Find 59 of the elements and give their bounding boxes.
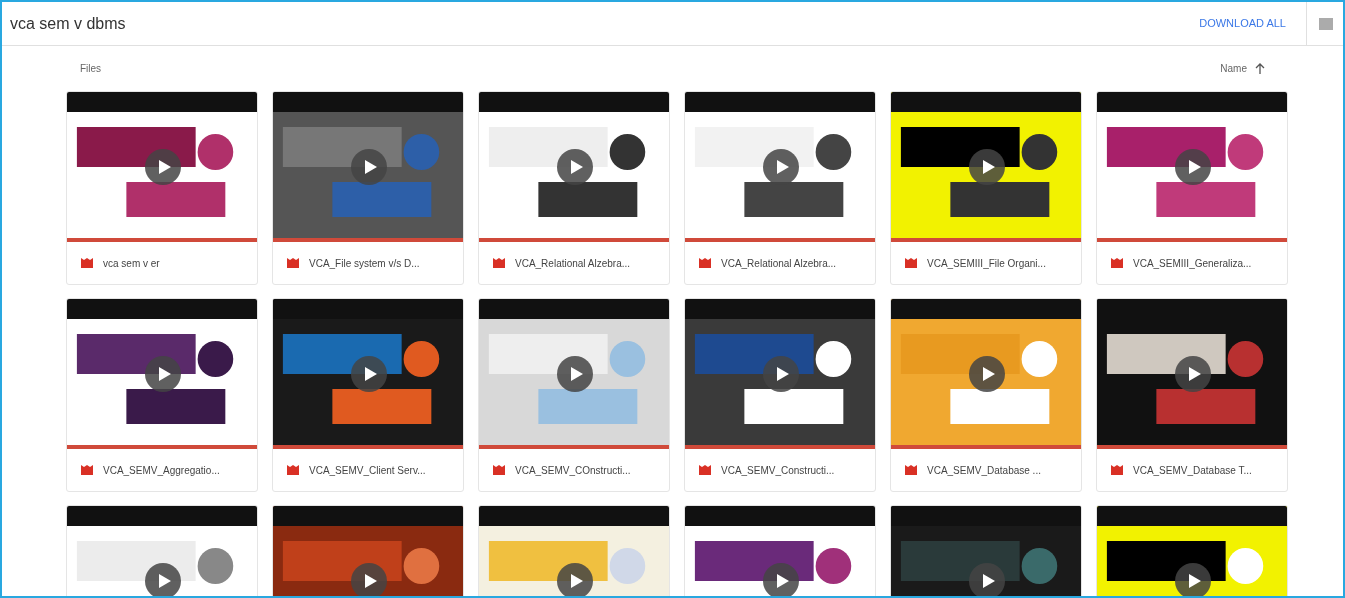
file-name: VCA_SEMV_Aggregatio...: [103, 463, 220, 478]
video-file-icon: [905, 258, 917, 268]
file-card[interactable]: VCA_Relational Alzebra...: [478, 91, 670, 285]
play-icon[interactable]: [763, 563, 799, 596]
video-file-icon: [905, 465, 917, 475]
file-name: VCA_File system v/s D...: [309, 256, 420, 271]
play-icon[interactable]: [145, 356, 181, 392]
video-file-icon: [699, 258, 711, 268]
play-icon[interactable]: [557, 149, 593, 185]
play-icon[interactable]: [763, 149, 799, 185]
play-icon[interactable]: [1175, 149, 1211, 185]
play-icon[interactable]: [145, 563, 181, 596]
file-name: VCA_SEMV_Database T...: [1133, 463, 1252, 478]
video-file-icon: [287, 465, 299, 475]
play-icon[interactable]: [1175, 563, 1211, 596]
file-card[interactable]: VCA_SEMV_Database ...: [890, 298, 1082, 492]
file-card[interactable]: VCA_SEMV_Constructi...: [684, 298, 876, 492]
file-card[interactable]: VCA_Relational Alzebra...: [684, 91, 876, 285]
file-card[interactable]: VCA_SEMV_Database T...: [1096, 298, 1288, 492]
file-name: VCA_Relational Alzebra...: [721, 256, 837, 271]
video-file-icon: [81, 465, 93, 475]
section-label: Files: [80, 62, 103, 76]
file-card[interactable]: vca sem v er: [66, 91, 258, 285]
sort-button[interactable]: Name: [1220, 61, 1265, 76]
file-card[interactable]: VCA_SEMIII_File Organi...: [890, 91, 1082, 285]
play-icon[interactable]: [969, 356, 1005, 392]
file-name: vca sem v er: [103, 256, 160, 271]
download-all-button[interactable]: DOWNLOAD ALL: [1191, 11, 1294, 36]
video-file-icon: [493, 258, 505, 268]
video-file-icon: [1111, 258, 1123, 268]
file-card[interactable]: VCA_File system v/s D...: [272, 91, 464, 285]
video-file-icon: [699, 465, 711, 475]
video-file-icon: [1111, 465, 1123, 475]
file-name: VCA_SEMV_Constructi...: [721, 463, 835, 478]
play-icon[interactable]: [969, 563, 1005, 596]
file-name: VCA_SEMIII_Generaliza...: [1133, 256, 1252, 271]
video-file-icon: [287, 258, 299, 268]
file-card[interactable]: VCA_SEMIII_Generaliza...: [1096, 91, 1288, 285]
file-card[interactable]: VCA_SEMV_Client Serv...: [272, 298, 464, 492]
play-icon[interactable]: [969, 149, 1005, 185]
play-icon[interactable]: [557, 356, 593, 392]
file-name: VCA_SEMV_Database ...: [927, 463, 1041, 478]
file-name: VCA_SEMIII_File Organi...: [927, 256, 1046, 271]
play-icon[interactable]: [351, 356, 387, 392]
folder-title: vca sem v dbms: [10, 13, 127, 34]
play-icon[interactable]: [145, 149, 181, 185]
file-name: VCA_SEMV_Client Serv...: [309, 463, 426, 478]
file-name: VCA_SEMV_COnstructi...: [515, 463, 631, 478]
file-name: VCA_Relational Alzebra...: [515, 256, 631, 271]
file-card[interactable]: VCA_SEMV_Aggregatio...: [66, 298, 258, 492]
video-file-icon: [81, 258, 93, 268]
play-icon[interactable]: [351, 563, 387, 596]
play-icon[interactable]: [763, 356, 799, 392]
video-file-icon: [493, 465, 505, 475]
file-card[interactable]: VCA_SEMV_COnstructi...: [478, 298, 670, 492]
play-icon[interactable]: [351, 149, 387, 185]
arrow-up-icon: [1255, 63, 1265, 74]
play-icon[interactable]: [1175, 356, 1211, 392]
play-icon[interactable]: [557, 563, 593, 596]
